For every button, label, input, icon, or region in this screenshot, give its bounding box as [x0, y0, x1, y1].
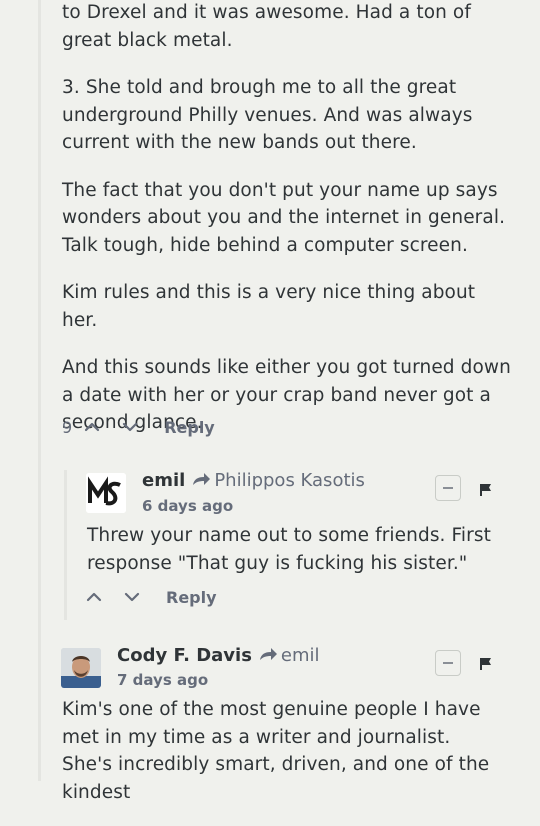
comment-paragraph: Kim's one of the most genuine people I h… [62, 699, 490, 803]
comment-body: Threw your name out to some friends. Fir… [87, 522, 497, 597]
comment-paragraph: The fact that you don't put your name up… [62, 179, 506, 256]
share-arrow-icon [191, 471, 211, 487]
comment-paragraph: to Drexel and it was awesome. Had a ton … [62, 2, 471, 51]
reply-button[interactable]: Reply [166, 588, 217, 607]
thread-line [38, 0, 41, 781]
minus-icon [443, 662, 453, 664]
comment-body: Kim's one of the most genuine people I h… [62, 696, 502, 826]
collapse-button[interactable] [435, 650, 461, 676]
flag-icon[interactable] [479, 657, 493, 671]
author-name[interactable]: Cody F. Davis [117, 645, 252, 666]
comment-paragraph: Threw your name out to some friends. Fir… [87, 525, 491, 574]
chevron-down-icon[interactable] [120, 417, 140, 437]
flag-icon[interactable] [479, 483, 493, 497]
minus-icon [443, 487, 453, 489]
reply-thread-line [64, 470, 67, 620]
comment-paragraph: Kim rules and this is a very nice thing … [62, 282, 476, 331]
comment-author[interactable]: emil Philippos Kasotis [142, 470, 365, 491]
in-reply-to-link[interactable]: emil [281, 645, 320, 666]
comment-author[interactable]: Cody F. Davis emil [117, 645, 320, 666]
comment-timestamp[interactable]: 7 days ago [117, 671, 208, 689]
parent-comment-body: to Drexel and it was awesome. Had a ton … [62, 0, 512, 457]
avatar[interactable] [61, 648, 101, 688]
collapse-button[interactable] [435, 475, 461, 501]
comment-paragraph: 3. She told and brough me to all the gre… [62, 77, 473, 153]
author-name[interactable]: emil [142, 470, 185, 491]
chevron-down-icon[interactable] [122, 587, 142, 607]
avatar[interactable] [86, 473, 126, 513]
in-reply-to-link[interactable]: Philippos Kasotis [214, 470, 365, 491]
parent-comment-actions: 9 Reply [62, 417, 215, 437]
comment-timestamp[interactable]: 6 days ago [142, 497, 233, 515]
reply-button[interactable]: Reply [164, 418, 215, 437]
comment-actions: Reply [84, 587, 217, 607]
chevron-up-icon[interactable] [82, 417, 102, 437]
share-arrow-icon [258, 646, 278, 662]
vote-count: 9 [62, 417, 73, 437]
chevron-up-icon[interactable] [84, 587, 104, 607]
